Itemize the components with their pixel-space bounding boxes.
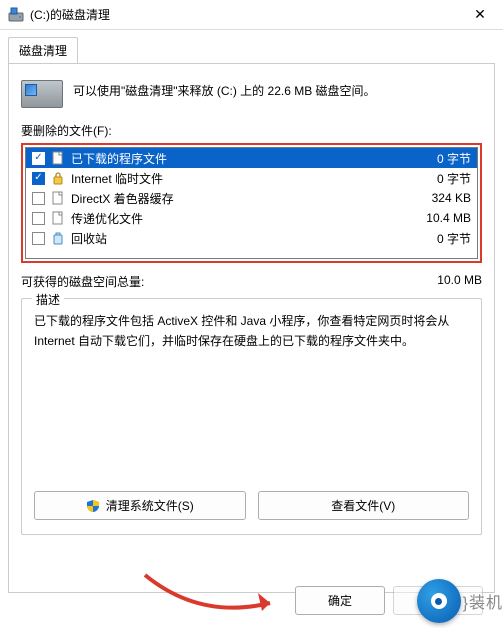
file-row[interactable]: ✓ Internet 临时文件 0 字节 (26, 168, 477, 188)
files-to-delete-label: 要删除的文件(F): (21, 122, 482, 139)
file-name: 回收站 (71, 230, 395, 247)
tab-disk-cleanup[interactable]: 磁盘清理 (8, 37, 78, 64)
file-checkbox[interactable] (32, 232, 45, 245)
file-checkbox[interactable] (32, 212, 45, 225)
fieldset-button-row: 清理系统文件(S) 查看文件(V) (34, 491, 469, 520)
file-size: 10.4 MB (401, 211, 471, 225)
description-text: 已下载的程序文件包括 ActiveX 控件和 Java 小程序，你查看特定网页时… (34, 311, 469, 431)
clean-system-files-label: 清理系统文件(S) (106, 497, 194, 514)
intro-text: 可以使用"磁盘清理"来释放 (C:) 上的 22.6 MB 磁盘空间。 (73, 76, 376, 101)
close-button[interactable]: ✕ (465, 6, 495, 23)
file-icon (51, 151, 65, 165)
file-name: DirectX 着色器缓存 (71, 190, 395, 207)
file-name: 已下载的程序文件 (71, 150, 395, 167)
cancel-label: 取消 (426, 594, 450, 608)
file-icon (51, 211, 65, 225)
file-size: 0 字节 (401, 230, 471, 247)
titlebar: (C:)的磁盘清理 ✕ (0, 0, 503, 30)
file-checkbox[interactable]: ✓ (32, 172, 45, 185)
file-row[interactable]: 传递优化文件 10.4 MB (26, 208, 477, 228)
intro-row: 可以使用"磁盘清理"来释放 (C:) 上的 22.6 MB 磁盘空间。 (21, 76, 482, 108)
files-listbox[interactable]: ✓已下载的程序文件0 字节✓Internet 临时文件0 字节DirectX 着… (25, 147, 478, 259)
total-value: 10.0 MB (382, 273, 482, 290)
file-checkbox[interactable] (32, 192, 45, 205)
file-name: 传递优化文件 (71, 210, 395, 227)
file-row[interactable]: DirectX 着色器缓存 324 KB (26, 188, 477, 208)
file-icon (51, 191, 65, 205)
file-row[interactable]: 回收站 0 字节 (26, 228, 477, 248)
total-row: 可获得的磁盘空间总量: 10.0 MB (21, 273, 482, 290)
total-label: 可获得的磁盘空间总量: (21, 273, 382, 290)
window-title: (C:)的磁盘清理 (30, 6, 465, 23)
disk-cleanup-icon (8, 7, 24, 23)
cancel-button[interactable]: 取消 (393, 586, 483, 615)
ok-label: 确定 (328, 594, 352, 608)
description-fieldset: 描述 已下载的程序文件包括 ActiveX 控件和 Java 小程序，你查看特定… (21, 298, 482, 535)
file-size: 0 字节 (401, 150, 471, 167)
dialog-button-row: 确定 取消 (0, 586, 503, 615)
tab-strip: 磁盘清理 (0, 30, 503, 63)
file-row[interactable]: ✓ 已下载的程序文件 0 字节 (26, 148, 477, 168)
tab-panel: 可以使用"磁盘清理"来释放 (C:) 上的 22.6 MB 磁盘空间。 要删除的… (8, 63, 495, 593)
lock-icon (51, 171, 65, 185)
clean-system-files-button[interactable]: 清理系统文件(S) (34, 491, 246, 520)
ok-button[interactable]: 确定 (295, 586, 385, 615)
file-size: 324 KB (401, 191, 471, 205)
file-checkbox[interactable]: ✓ (32, 152, 45, 165)
description-legend: 描述 (32, 291, 64, 308)
file-size: 0 字节 (401, 170, 471, 187)
file-name: Internet 临时文件 (71, 170, 395, 187)
shield-icon (86, 499, 100, 513)
recycle-icon (51, 231, 65, 245)
drive-icon (21, 80, 63, 108)
view-files-label: 查看文件(V) (331, 497, 395, 514)
files-list-highlight: ✓已下载的程序文件0 字节✓Internet 临时文件0 字节DirectX 着… (21, 143, 482, 263)
view-files-button[interactable]: 查看文件(V) (258, 491, 470, 520)
